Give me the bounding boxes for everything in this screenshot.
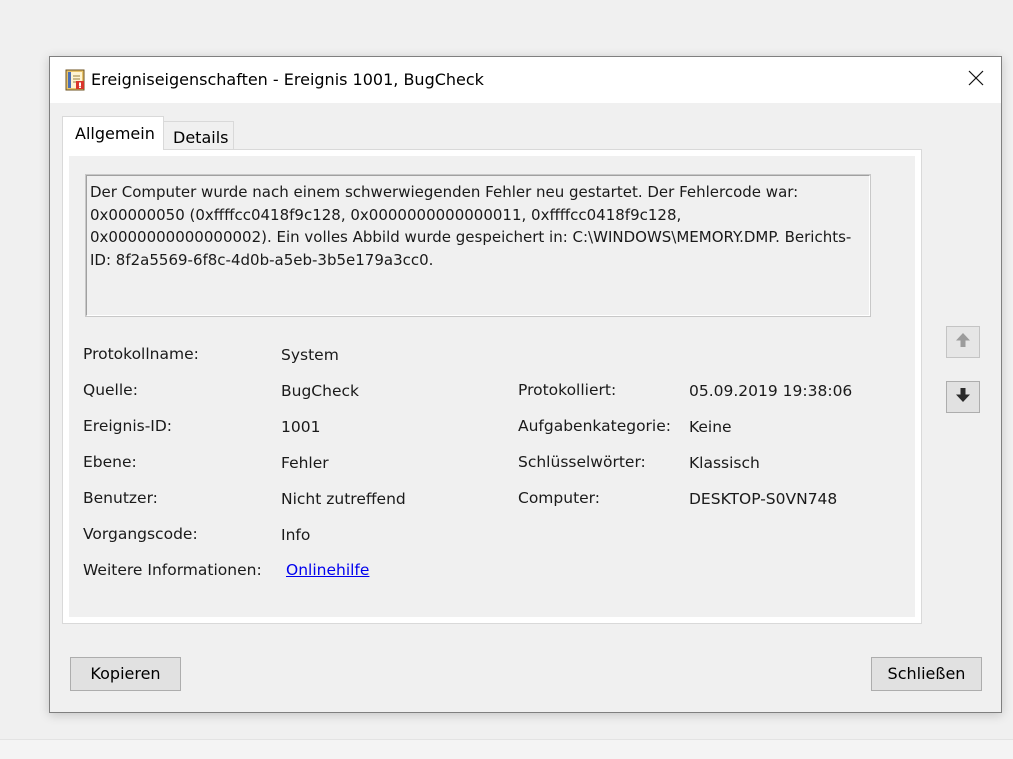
source-label: Quelle: bbox=[83, 381, 138, 399]
event-description-text: Der Computer wurde nach einem schwerwieg… bbox=[90, 183, 852, 269]
log-name-label: Protokollname: bbox=[83, 345, 199, 363]
event-properties-dialog: Ereigniseigenschaften - Ereignis 1001, B… bbox=[49, 56, 1002, 713]
logged-label: Protokolliert: bbox=[518, 381, 617, 399]
task-category-label: Aufgabenkategorie: bbox=[518, 417, 671, 435]
log-name-value: System bbox=[281, 346, 339, 364]
level-value: Fehler bbox=[281, 454, 329, 472]
copy-button[interactable]: Kopieren bbox=[70, 657, 181, 691]
keywords-label: Schlüsselwörter: bbox=[518, 453, 646, 471]
event-id-label: Ereignis-ID: bbox=[83, 417, 173, 435]
computer-value: DESKTOP-S0VN748 bbox=[689, 490, 838, 508]
event-description-box[interactable]: Der Computer wurde nach einem schwerwieg… bbox=[85, 174, 871, 317]
close-button[interactable]: Schließen bbox=[871, 657, 982, 691]
previous-event-button[interactable] bbox=[946, 326, 980, 358]
background-strip bbox=[0, 739, 1013, 759]
user-label: Benutzer: bbox=[83, 489, 158, 507]
close-window-button[interactable] bbox=[951, 57, 1001, 103]
event-id-value: 1001 bbox=[281, 418, 321, 436]
event-properties-icon bbox=[65, 69, 87, 91]
panel-content: Der Computer wurde nach einem schwerwieg… bbox=[69, 156, 915, 617]
opcode-label: Vorgangscode: bbox=[83, 525, 198, 543]
online-help-link[interactable]: Onlinehilfe bbox=[286, 560, 369, 580]
logged-value: 05.09.2019 19:38:06 bbox=[689, 382, 853, 400]
general-tab-panel: Der Computer wurde nach einem schwerwieg… bbox=[62, 149, 922, 624]
level-label: Ebene: bbox=[83, 453, 137, 471]
task-category-value: Keine bbox=[689, 418, 732, 436]
arrow-down-icon bbox=[954, 386, 972, 408]
arrow-up-icon bbox=[954, 331, 972, 353]
opcode-value: Info bbox=[281, 526, 311, 544]
computer-label: Computer: bbox=[518, 489, 601, 507]
more-info-label: Weitere Informationen: bbox=[83, 561, 262, 579]
next-event-button[interactable] bbox=[946, 381, 980, 413]
source-value: BugCheck bbox=[281, 382, 359, 400]
keywords-value: Klassisch bbox=[689, 454, 760, 472]
tab-general[interactable]: Allgemein bbox=[62, 116, 164, 150]
title-bar: Ereigniseigenschaften - Ereignis 1001, B… bbox=[50, 57, 1001, 103]
close-icon bbox=[968, 70, 984, 90]
user-value: Nicht zutreffend bbox=[281, 490, 406, 508]
tab-details[interactable]: Details bbox=[164, 121, 234, 150]
window-title: Ereigniseigenschaften - Ereignis 1001, B… bbox=[91, 70, 484, 89]
